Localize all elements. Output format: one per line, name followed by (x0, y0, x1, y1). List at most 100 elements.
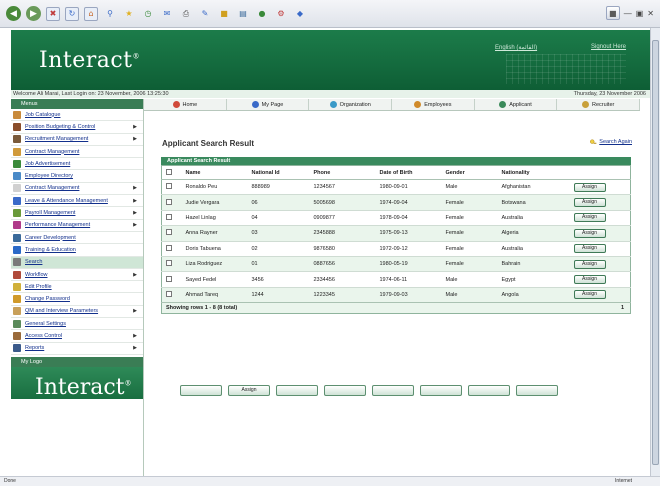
nav-tab-label: Organization (339, 101, 371, 108)
row-select-cell (161, 286, 182, 303)
sidebar-item-label: Contract Management (25, 185, 80, 192)
action-button[interactable] (180, 385, 222, 396)
assign-button[interactable]: Assign (573, 182, 606, 192)
assign-button[interactable]: Assign (573, 244, 606, 254)
sidebar-item[interactable]: Contract Management (11, 146, 143, 159)
header-decoration (506, 54, 626, 84)
sidebar-item[interactable]: Position Budgeting & Control ▶ (11, 121, 143, 134)
row-checkbox[interactable] (166, 260, 172, 267)
scrollbar-thumb[interactable] (652, 40, 659, 465)
row-checkbox[interactable] (166, 183, 172, 190)
assign-button[interactable]: Assign (573, 198, 606, 208)
research-icon[interactable]: ▤ (236, 7, 250, 21)
menus-header: Menus (11, 99, 143, 109)
nav-tab[interactable]: Applicant (475, 99, 558, 110)
row-checkbox[interactable] (166, 244, 172, 251)
action-button[interactable] (372, 385, 414, 396)
nav-tab[interactable]: Recruiter (557, 99, 641, 110)
sidebar-item-icon (13, 270, 21, 279)
assign-button[interactable]: Assign (573, 259, 606, 269)
home-icon[interactable]: ⌂ (84, 6, 98, 21)
row-checkbox[interactable] (166, 213, 172, 220)
nav-tab[interactable]: Organization (309, 99, 393, 110)
search-again-link[interactable]: Search Again (589, 139, 632, 145)
sidebar-item[interactable]: Recruitment Management ▶ (11, 134, 143, 146)
sidebar-item[interactable]: Edit Profile (11, 281, 143, 294)
tools-icon[interactable]: ⚙ (274, 7, 288, 21)
sidebar-item-icon (13, 184, 21, 193)
favorites-icon[interactable]: ★ (122, 7, 136, 21)
sidebar-item[interactable]: QM and Interview Parameters ▶ (11, 306, 143, 319)
assign-action-button[interactable]: Assign (228, 385, 270, 396)
cell-phone: 1223345 (309, 286, 376, 303)
nav-tab-icon (172, 101, 180, 108)
sidebar-item[interactable]: Search (11, 256, 143, 269)
sidebar-item-label: Training & Education (25, 246, 76, 253)
action-button[interactable] (324, 385, 366, 396)
edit-icon[interactable]: ✎ (198, 7, 212, 21)
action-button[interactable] (276, 385, 318, 396)
row-action-cell: Assign (569, 209, 631, 226)
mail-icon[interactable]: ✉ (160, 7, 174, 21)
extension-icon[interactable]: ◆ (293, 7, 307, 21)
search-icon[interactable]: ⚲ (103, 7, 117, 21)
history-icon[interactable]: ◷ (141, 7, 155, 21)
cell-national-id: 06 (247, 194, 310, 211)
sidebar-item-icon (13, 233, 21, 242)
sidebar-item[interactable]: Employee Directory (11, 170, 143, 183)
sidebar-item[interactable]: Leave & Attendance Management ▶ (11, 195, 143, 208)
action-button[interactable] (516, 385, 558, 396)
row-checkbox[interactable] (166, 275, 172, 282)
restore-icon[interactable]: ▣ (636, 9, 644, 18)
row-checkbox[interactable] (166, 229, 172, 236)
assign-button[interactable]: Assign (573, 275, 606, 285)
messenger-icon[interactable]: ● (255, 7, 269, 21)
language-link[interactable]: English (القائمة) (495, 44, 537, 51)
page-number[interactable]: 1 (569, 302, 631, 314)
table-row: Liza Rodriguez 01 0887656 1980-05-19 Female B… (161, 255, 631, 272)
row-checkbox[interactable] (166, 290, 172, 297)
col-gender: Gender (441, 165, 498, 180)
print-icon[interactable]: ⎙ (179, 7, 193, 21)
folder-icon[interactable]: ■ (217, 7, 231, 21)
refresh-icon[interactable]: ↻ (65, 6, 79, 21)
forward-icon[interactable]: ▶ (26, 6, 41, 21)
sidebar-item[interactable]: Reports ▶ (11, 343, 143, 355)
sidebar-item[interactable]: Training & Education (11, 244, 143, 257)
assign-button[interactable]: Assign (573, 290, 606, 300)
stop-icon[interactable]: ✖ (46, 6, 60, 21)
my-logo-header: My Logo (11, 356, 143, 367)
nav-tab[interactable]: Home (144, 99, 227, 110)
nav-tab-label: Employees (424, 101, 452, 108)
table-row: Ronaldo Peu 888989 1234567 1980-09-01 Male Af… (161, 178, 631, 195)
row-select-cell (161, 209, 182, 226)
cell-name: Anna Rayner (181, 225, 248, 242)
sidebar-item[interactable]: Contract Management ▶ (11, 183, 143, 196)
select-all-checkbox[interactable] (166, 168, 172, 175)
browser-toolbar: ◀ ▶ ✖ ↻ ⌂ ⚲ ★ ◷ ✉ ⎙ ✎ ■ ▤ ● ⚙ ◆ ■ — ▣ ✕ (0, 0, 660, 28)
sidebar-item[interactable]: Performance Management ▶ (11, 220, 143, 232)
signout-link[interactable]: Signout Here (591, 44, 626, 50)
sidebar-item[interactable]: Change Password (11, 293, 143, 306)
sidebar-item[interactable]: Access Control ▶ (11, 330, 143, 343)
cell-dob: 1980-05-19 (375, 255, 442, 272)
action-button[interactable] (420, 385, 462, 396)
minimize-icon[interactable]: — (624, 9, 632, 18)
sidebar-item[interactable]: Workflow ▶ (11, 269, 143, 282)
nav-tab[interactable]: My Page (227, 99, 310, 110)
row-checkbox[interactable] (166, 198, 172, 205)
sidebar-item[interactable]: Payroll Management ▶ (11, 207, 143, 220)
sidebar-item[interactable]: Job Catalogue (11, 109, 143, 122)
close-icon[interactable]: ✕ (647, 9, 654, 18)
back-icon[interactable]: ◀ (6, 6, 21, 21)
assign-button[interactable]: Assign (573, 228, 606, 238)
nav-tab[interactable]: Employees (392, 99, 475, 110)
action-button[interactable] (468, 385, 510, 396)
assign-button[interactable]: Assign (573, 213, 606, 223)
cell-dob: 1978-09-04 (375, 209, 442, 226)
sidebar-item[interactable]: General Settings (11, 318, 143, 331)
row-select-cell (161, 225, 182, 242)
sidebar-item[interactable]: Career Development (11, 232, 143, 245)
sidebar-item[interactable]: Job Advertisement (11, 158, 143, 171)
vertical-scrollbar[interactable] (650, 28, 660, 476)
